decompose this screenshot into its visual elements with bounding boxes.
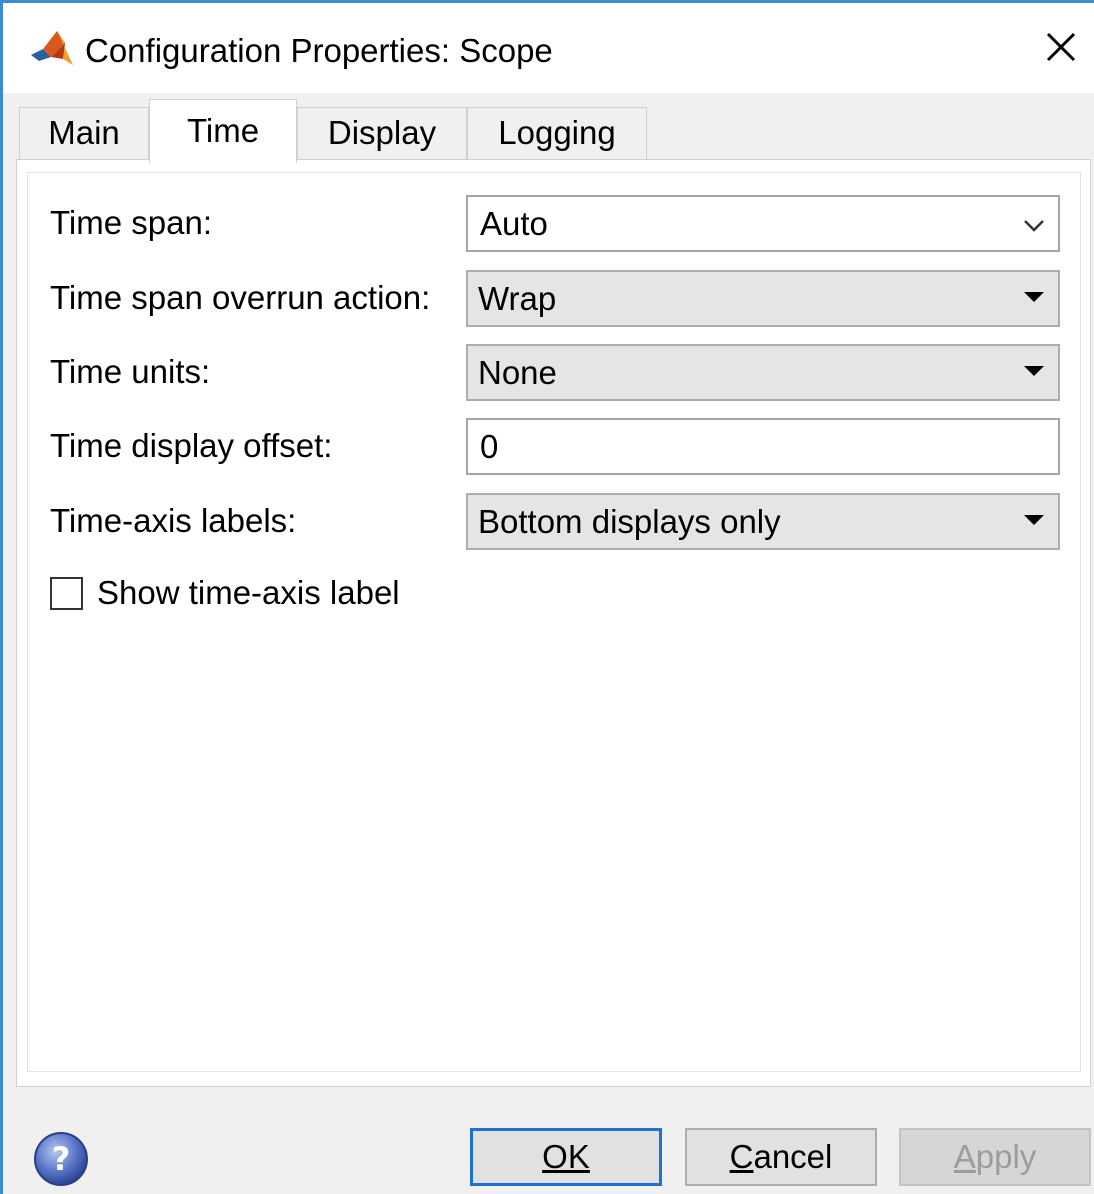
tab-logging[interactable]: Logging [467, 107, 647, 161]
help-icon[interactable]: ? [33, 1131, 89, 1187]
dropdown-arrow-icon [1024, 515, 1044, 525]
time-span-label: Time span: [50, 204, 213, 241]
show-axis-label-option[interactable]: Show time-axis label [50, 573, 400, 613]
time-units-label: Time units: [50, 353, 211, 390]
window-title: Configuration Properties: Scope [85, 32, 553, 69]
ok-button[interactable]: OK [470, 1128, 662, 1186]
svg-text:?: ? [52, 1140, 71, 1178]
display-offset-label: Time display offset: [50, 427, 333, 464]
dropdown-arrow-icon [1024, 292, 1044, 302]
time-units-value: None [478, 354, 557, 391]
matlab-logo-icon [31, 31, 73, 65]
close-icon [1046, 32, 1076, 62]
apply-button[interactable]: Apply [899, 1128, 1091, 1186]
tab-time[interactable]: Time [149, 99, 297, 163]
ok-button-label: OK [542, 1138, 590, 1175]
cancel-button[interactable]: Cancel [685, 1128, 877, 1186]
overrun-action-dropdown[interactable]: Wrap [466, 270, 1060, 327]
apply-button-label: Apply [953, 1138, 1037, 1175]
time-units-dropdown[interactable]: None [466, 344, 1060, 401]
display-offset-field[interactable]: 0 [466, 418, 1060, 475]
overrun-action-label: Time span overrun action: [50, 279, 431, 316]
axis-labels-value: Bottom displays only [478, 503, 781, 540]
tab-panel-time: Time span: Auto Time span overrun action… [16, 159, 1091, 1087]
time-span-combo[interactable]: Auto [466, 195, 1060, 252]
dropdown-arrow-icon [1024, 366, 1044, 376]
tab-strip: Main Time Display Logging [19, 99, 1089, 163]
show-axis-label-text: Show time-axis label [97, 574, 400, 611]
cancel-button-label: Cancel [729, 1138, 833, 1175]
title-bar: Configuration Properties: Scope [3, 3, 1094, 93]
dialog-window: Configuration Properties: Scope Main Tim… [0, 0, 1094, 1194]
show-axis-label-checkbox[interactable] [50, 576, 83, 610]
axis-labels-label: Time-axis labels: [50, 502, 297, 539]
close-button[interactable] [1033, 19, 1089, 75]
tab-display[interactable]: Display [297, 107, 467, 161]
tab-main[interactable]: Main [19, 107, 149, 161]
time-span-value: Auto [480, 205, 548, 242]
chevron-down-icon [1024, 220, 1044, 232]
axis-labels-dropdown[interactable]: Bottom displays only [466, 493, 1060, 550]
overrun-action-value: Wrap [478, 280, 557, 317]
display-offset-value: 0 [480, 428, 499, 465]
